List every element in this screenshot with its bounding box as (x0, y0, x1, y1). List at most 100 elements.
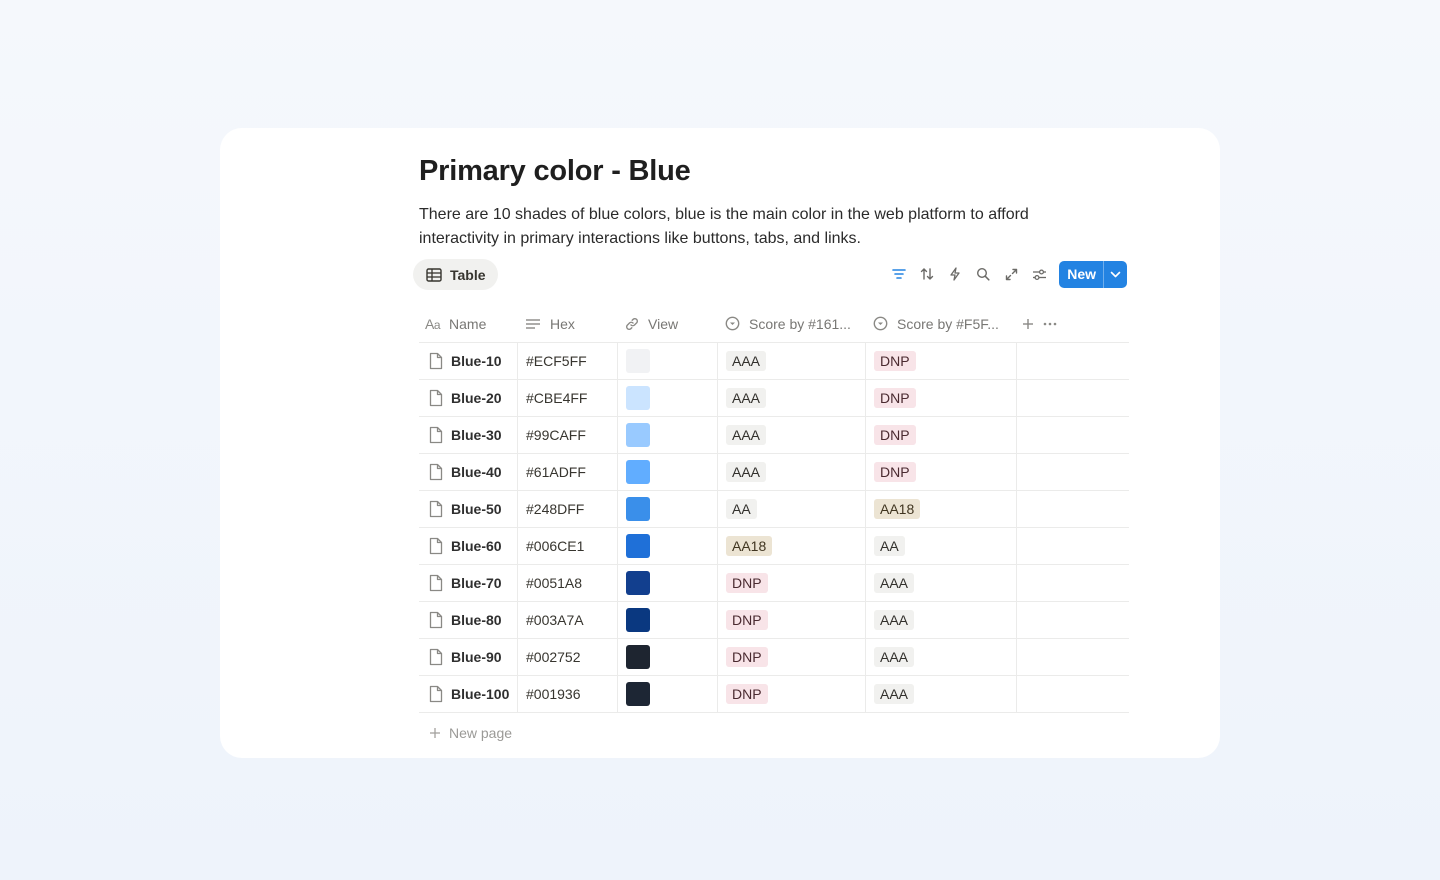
cell-name[interactable]: Blue-80 (419, 602, 517, 638)
column-header-hex[interactable]: Hex (517, 305, 617, 342)
cell-view[interactable] (617, 417, 717, 453)
score-tag: AAA (874, 573, 915, 593)
cell-view[interactable] (617, 602, 717, 638)
cell-score1[interactable]: AAA (717, 454, 865, 490)
cell-name[interactable]: Blue-50 (419, 491, 517, 527)
view-tab-table[interactable]: Table (413, 259, 498, 290)
table-row[interactable]: Blue-100 #001936 DNP AAA (419, 676, 1129, 713)
column-header-score1[interactable]: Score by #161... (717, 305, 865, 342)
cell-view[interactable] (617, 380, 717, 416)
cell-hex[interactable]: #ECF5FF (517, 343, 617, 379)
select-property-icon (873, 316, 888, 331)
table-row[interactable]: Blue-90 #002752 DNP AAA (419, 639, 1129, 676)
cell-score1[interactable]: AAA (717, 343, 865, 379)
sort-icon[interactable] (913, 260, 941, 288)
cell-view[interactable] (617, 343, 717, 379)
settings-icon[interactable] (1025, 260, 1053, 288)
cell-empty[interactable] (1016, 491, 1129, 527)
cell-hex[interactable]: #003A7A (517, 602, 617, 638)
cell-view[interactable] (617, 565, 717, 601)
cell-view[interactable] (617, 639, 717, 675)
page-card: Primary color - Blue There are 10 shades… (220, 128, 1220, 758)
table-row[interactable]: Blue-60 #006CE1 AA18 AA (419, 528, 1129, 565)
cell-score2[interactable]: DNP (865, 380, 1016, 416)
cell-empty[interactable] (1016, 417, 1129, 453)
link-icon (625, 317, 639, 331)
table-row[interactable]: Blue-80 #003A7A DNP AAA (419, 602, 1129, 639)
cell-view[interactable] (617, 454, 717, 490)
cell-hex[interactable]: #61ADFF (517, 454, 617, 490)
cell-empty[interactable] (1016, 380, 1129, 416)
row-hex: #002752 (526, 649, 581, 665)
expand-icon[interactable] (997, 260, 1025, 288)
cell-name[interactable]: Blue-10 (419, 343, 517, 379)
cell-hex[interactable]: #002752 (517, 639, 617, 675)
row-hex: #248DFF (526, 501, 585, 517)
table-row[interactable]: Blue-50 #248DFF AA AA18 (419, 491, 1129, 528)
column-header-view[interactable]: View (617, 305, 717, 342)
table-row[interactable]: Blue-70 #0051A8 DNP AAA (419, 565, 1129, 602)
cell-name[interactable]: Blue-30 (419, 417, 517, 453)
cell-score1[interactable]: AAA (717, 380, 865, 416)
table-row[interactable]: Blue-10 #ECF5FF AAA DNP (419, 343, 1129, 380)
cell-empty[interactable] (1016, 454, 1129, 490)
cell-hex[interactable]: #99CAFF (517, 417, 617, 453)
table-row[interactable]: Blue-20 #CBE4FF AAA DNP (419, 380, 1129, 417)
cell-score2[interactable]: AA (865, 528, 1016, 564)
cell-score1[interactable]: AA18 (717, 528, 865, 564)
cell-score2[interactable]: AAA (865, 639, 1016, 675)
cell-name[interactable]: Blue-40 (419, 454, 517, 490)
cell-name[interactable]: Blue-60 (419, 528, 517, 564)
cell-hex[interactable]: #248DFF (517, 491, 617, 527)
cell-empty[interactable] (1016, 639, 1129, 675)
cell-empty[interactable] (1016, 676, 1129, 712)
cell-view[interactable] (617, 676, 717, 712)
color-swatch (626, 386, 650, 410)
cell-score2[interactable]: AAA (865, 602, 1016, 638)
page-icon (429, 500, 443, 518)
cell-score1[interactable]: DNP (717, 639, 865, 675)
cell-hex[interactable]: #001936 (517, 676, 617, 712)
cell-empty[interactable] (1016, 343, 1129, 379)
cell-score2[interactable]: AA18 (865, 491, 1016, 527)
new-button[interactable]: New (1059, 260, 1127, 288)
chevron-down-icon[interactable] (1103, 260, 1127, 288)
cell-hex[interactable]: #006CE1 (517, 528, 617, 564)
cell-score1[interactable]: DNP (717, 565, 865, 601)
table-row[interactable]: Blue-30 #99CAFF AAA DNP (419, 417, 1129, 454)
table-row[interactable]: Blue-40 #61ADFF AAA DNP (419, 454, 1129, 491)
plus-icon[interactable] (1022, 318, 1034, 330)
cell-score2[interactable]: DNP (865, 343, 1016, 379)
cell-score2[interactable]: DNP (865, 454, 1016, 490)
page-icon (429, 611, 443, 629)
cell-score2[interactable]: AAA (865, 565, 1016, 601)
column-header-score2[interactable]: Score by #F5F... (865, 305, 1016, 342)
cell-score1[interactable]: AAA (717, 417, 865, 453)
cell-empty[interactable] (1016, 602, 1129, 638)
cell-score1[interactable]: DNP (717, 602, 865, 638)
cell-view[interactable] (617, 491, 717, 527)
row-name: Blue-90 (451, 649, 502, 665)
cell-name[interactable]: Blue-70 (419, 565, 517, 601)
cell-name[interactable]: Blue-90 (419, 639, 517, 675)
cell-score2[interactable]: AAA (865, 676, 1016, 712)
page-icon (429, 685, 443, 703)
row-name: Blue-60 (451, 538, 502, 554)
cell-empty[interactable] (1016, 565, 1129, 601)
cell-name[interactable]: Blue-20 (419, 380, 517, 416)
row-name: Blue-70 (451, 575, 502, 591)
cell-hex[interactable]: #CBE4FF (517, 380, 617, 416)
cell-score2[interactable]: DNP (865, 417, 1016, 453)
search-icon[interactable] (969, 260, 997, 288)
lightning-icon[interactable] (941, 260, 969, 288)
cell-score1[interactable]: AA (717, 491, 865, 527)
more-icon[interactable] (1043, 322, 1057, 326)
column-header-name[interactable]: Aa Name (419, 305, 517, 342)
cell-score1[interactable]: DNP (717, 676, 865, 712)
cell-hex[interactable]: #0051A8 (517, 565, 617, 601)
cell-empty[interactable] (1016, 528, 1129, 564)
new-page-button[interactable]: New page (419, 721, 1129, 745)
cell-view[interactable] (617, 528, 717, 564)
cell-name[interactable]: Blue-100 (419, 676, 517, 712)
filter-icon[interactable] (885, 260, 913, 288)
